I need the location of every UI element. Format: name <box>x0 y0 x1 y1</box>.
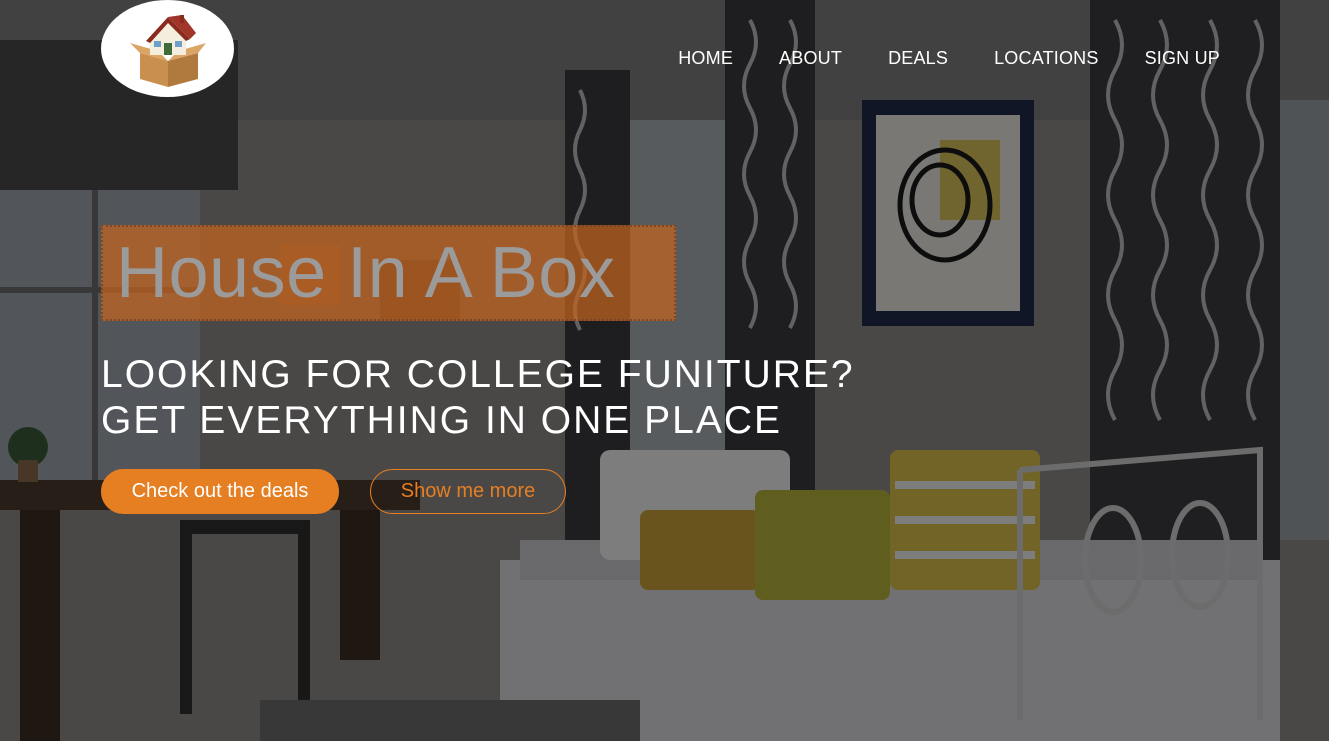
hero-tagline-line-2: GET EVERYTHING IN ONE PLACE <box>101 399 783 442</box>
nav-item-deals: DEALS <box>888 48 948 69</box>
nav-item-sign-up: SIGN UP <box>1145 48 1220 69</box>
nav-link-sign-up[interactable]: SIGN UP <box>1145 48 1220 68</box>
logo[interactable] <box>101 0 234 97</box>
nav-link-locations[interactable]: LOCATIONS <box>994 48 1098 68</box>
hero-tagline: LOOKING FOR COLLEGE FUNITURE? GET EVERYT… <box>101 352 855 444</box>
nav-link-deals[interactable]: DEALS <box>888 48 948 68</box>
show-me-more-button[interactable]: Show me more <box>370 469 566 514</box>
nav-link-home[interactable]: HOME <box>678 48 733 68</box>
house-in-box-icon <box>129 14 206 87</box>
hero-section: HOME ABOUT DEALS LOCATIONS SIGN UP House… <box>0 0 1329 741</box>
nav-link-about[interactable]: ABOUT <box>779 48 842 68</box>
brand-title: House In A Box <box>116 233 616 313</box>
hero-tagline-line-1: LOOKING FOR COLLEGE FUNITURE? <box>101 353 855 396</box>
check-out-deals-button[interactable]: Check out the deals <box>101 469 339 514</box>
main-nav: HOME ABOUT DEALS LOCATIONS SIGN UP <box>678 48 1220 69</box>
nav-item-about: ABOUT <box>779 48 842 69</box>
nav-item-locations: LOCATIONS <box>994 48 1098 69</box>
nav-item-home: HOME <box>678 48 733 69</box>
